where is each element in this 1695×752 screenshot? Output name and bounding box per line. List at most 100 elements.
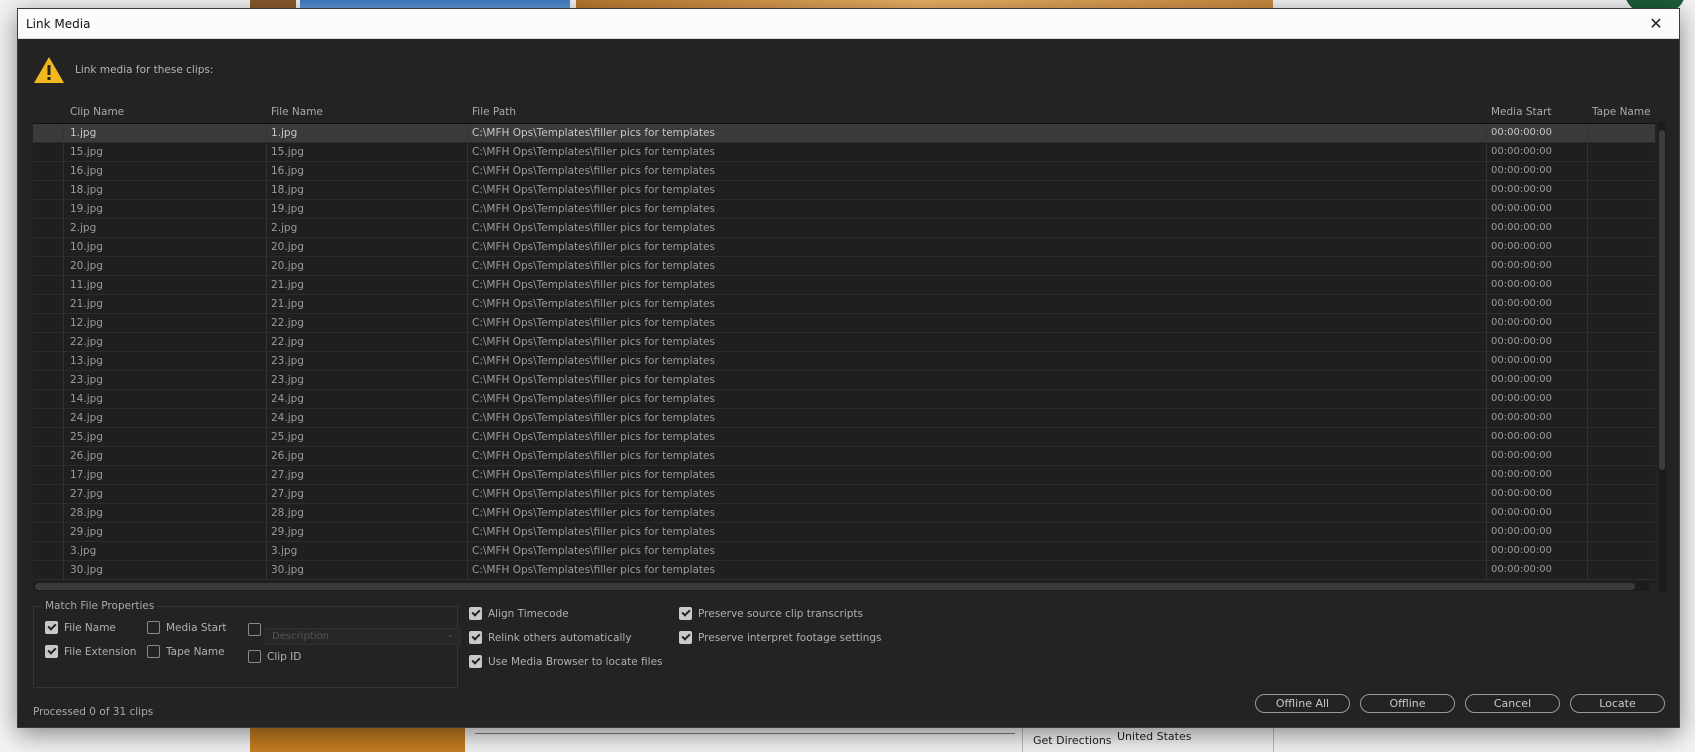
clip-id-checkbox-box[interactable] (248, 650, 261, 663)
file-name-cell: 2.jpg (271, 222, 298, 234)
offline-all-button[interactable]: Offline All (1255, 694, 1350, 713)
media-start-checkbox-box[interactable] (147, 621, 160, 634)
table-row[interactable]: 15.jpg 15.jpg C:\MFH Ops\Templates\filler … (33, 143, 1655, 162)
clip-name-cell: 30.jpg (70, 564, 103, 576)
table-row[interactable]: 24.jpg 24.jpg C:\MFH Ops\Templates\filler … (33, 409, 1655, 428)
table-row[interactable]: 2.jpg 2.jpg C:\MFH Ops\Templates\filler pi… (33, 219, 1655, 238)
file-extension-checkbox[interactable]: File Extension (45, 645, 136, 658)
table-row[interactable]: 14.jpg 24.jpg C:\MFH Ops\Templates\filler … (33, 390, 1655, 409)
preserve-interpret-checkbox[interactable]: Preserve interpret footage settings (679, 631, 882, 644)
file-path-cell: C:\MFH Ops\Templates\filler pics for tem… (472, 203, 715, 215)
offline-button[interactable]: Offline (1360, 694, 1455, 713)
warning-message-row: Link media for these clips: (33, 55, 213, 85)
column-header-tape-name[interactable]: Tape Name (1592, 106, 1651, 118)
description-checkbox-box[interactable] (248, 623, 261, 636)
media-start-cell: 00:00:00:00 (1491, 165, 1553, 176)
preserve-transcripts-checkbox-box[interactable] (679, 607, 692, 620)
file-name-cell: 29.jpg (271, 526, 304, 538)
column-divider (1486, 409, 1487, 427)
dialog-titlebar[interactable]: Link Media ✕ (18, 9, 1679, 39)
vertical-scroll-thumb[interactable] (1659, 130, 1665, 470)
file-path-cell: C:\MFH Ops\Templates\filler pics for tem… (472, 431, 715, 443)
table-row[interactable]: 20.jpg 20.jpg C:\MFH Ops\Templates\filler … (33, 257, 1655, 276)
description-dropdown[interactable]: Description ⌄ (265, 628, 461, 645)
horizontal-scroll-thumb[interactable] (35, 583, 1635, 590)
column-divider (1486, 314, 1487, 332)
table-row[interactable]: 17.jpg 27.jpg C:\MFH Ops\Templates\filler … (33, 466, 1655, 485)
locate-button[interactable]: Locate (1570, 694, 1665, 713)
table-row[interactable]: 25.jpg 25.jpg C:\MFH Ops\Templates\filler … (33, 428, 1655, 447)
column-header-file-path[interactable]: File Path (472, 106, 516, 118)
file-name-checkbox-box[interactable] (45, 621, 58, 634)
tape-name-checkbox-box[interactable] (147, 645, 160, 658)
table-row[interactable]: 23.jpg 23.jpg C:\MFH Ops\Templates\filler … (33, 371, 1655, 390)
table-row[interactable]: 26.jpg 26.jpg C:\MFH Ops\Templates\filler … (33, 447, 1655, 466)
preserve-transcripts-checkbox[interactable]: Preserve source clip transcripts (679, 607, 863, 620)
close-icon[interactable]: ✕ (1641, 10, 1671, 38)
column-divider (63, 428, 64, 446)
align-timecode-checkbox[interactable]: Align Timecode (469, 607, 569, 620)
media-start-cell: 00:00:00:00 (1491, 488, 1553, 499)
media-start-cell: 00:00:00:00 (1491, 374, 1553, 385)
column-divider (467, 485, 468, 503)
column-divider (1486, 333, 1487, 351)
clip-name-cell: 18.jpg (70, 184, 103, 196)
file-path-cell: C:\MFH Ops\Templates\filler pics for tem… (472, 222, 715, 234)
column-divider (63, 276, 64, 294)
table-row[interactable]: 3.jpg 3.jpg C:\MFH Ops\Templates\filler pi… (33, 542, 1655, 561)
column-divider (63, 124, 64, 142)
horizontal-scrollbar[interactable] (33, 582, 1650, 591)
column-divider (1587, 409, 1588, 427)
column-divider (266, 219, 267, 237)
cancel-button[interactable]: Cancel (1465, 694, 1560, 713)
column-divider (467, 124, 468, 142)
column-divider (467, 333, 468, 351)
preserve-interpret-checkbox-box[interactable] (679, 631, 692, 644)
column-divider (266, 295, 267, 313)
relink-others-label: Relink others automatically (488, 631, 632, 644)
relink-others-checkbox[interactable]: Relink others automatically (469, 631, 632, 644)
table-row[interactable]: 29.jpg 29.jpg C:\MFH Ops\Templates\filler … (33, 523, 1655, 542)
table-row[interactable]: 10.jpg 20.jpg C:\MFH Ops\Templates\filler … (33, 238, 1655, 257)
use-media-browser-checkbox-box[interactable] (469, 655, 482, 668)
table-row[interactable]: 21.jpg 21.jpg C:\MFH Ops\Templates\filler … (33, 295, 1655, 314)
table-row[interactable]: 22.jpg 22.jpg C:\MFH Ops\Templates\filler … (33, 333, 1655, 352)
file-name-checkbox[interactable]: File Name (45, 621, 116, 634)
align-timecode-checkbox-box[interactable] (469, 607, 482, 620)
table-row[interactable]: 19.jpg 19.jpg C:\MFH Ops\Templates\filler … (33, 200, 1655, 219)
file-extension-checkbox-box[interactable] (45, 645, 58, 658)
preserve-transcripts-label: Preserve source clip transcripts (698, 607, 864, 620)
column-header-file-name[interactable]: File Name (271, 106, 323, 118)
vertical-scrollbar[interactable] (1658, 122, 1666, 592)
table-row[interactable]: 11.jpg 21.jpg C:\MFH Ops\Templates\filler … (33, 276, 1655, 295)
media-start-checkbox[interactable]: Media Start (147, 621, 227, 634)
table-row[interactable]: 13.jpg 23.jpg C:\MFH Ops\Templates\filler … (33, 352, 1655, 371)
clip-name-cell: 15.jpg (70, 146, 103, 158)
clip-name-cell: 12.jpg (70, 317, 103, 329)
relink-others-checkbox-box[interactable] (469, 631, 482, 644)
column-divider (1587, 276, 1588, 294)
column-divider (266, 371, 267, 389)
file-name-cell: 24.jpg (271, 412, 304, 424)
clip-name-cell: 11.jpg (70, 279, 103, 291)
column-header-media-start[interactable]: Media Start (1491, 106, 1552, 118)
tape-name-checkbox[interactable]: Tape Name (147, 645, 225, 658)
use-media-browser-checkbox[interactable]: Use Media Browser to locate files (469, 655, 663, 668)
column-divider (1587, 200, 1588, 218)
column-divider (266, 523, 267, 541)
table-row[interactable]: 1.jpg 1.jpg C:\MFH Ops\Templates\filler pi… (33, 124, 1655, 143)
media-start-cell: 00:00:00:00 (1491, 431, 1553, 442)
clip-id-checkbox[interactable]: Clip ID (248, 650, 301, 663)
column-header-clip-name[interactable]: Clip Name (70, 106, 124, 118)
file-path-cell: C:\MFH Ops\Templates\filler pics for tem… (472, 374, 715, 386)
table-row[interactable]: 18.jpg 18.jpg C:\MFH Ops\Templates\filler … (33, 181, 1655, 200)
get-directions-link[interactable]: Get Directions (1033, 734, 1112, 747)
table-row[interactable]: 16.jpg 16.jpg C:\MFH Ops\Templates\filler … (33, 162, 1655, 181)
table-row[interactable]: 12.jpg 22.jpg C:\MFH Ops\Templates\filler … (33, 314, 1655, 333)
clip-name-cell: 26.jpg (70, 450, 103, 462)
table-row[interactable]: 30.jpg 30.jpg C:\MFH Ops\Templates\filler … (33, 561, 1655, 580)
column-divider (1587, 542, 1588, 560)
table-row[interactable]: 27.jpg 27.jpg C:\MFH Ops\Templates\filler … (33, 485, 1655, 504)
media-start-cell: 00:00:00:00 (1491, 469, 1553, 480)
table-row[interactable]: 28.jpg 28.jpg C:\MFH Ops\Templates\filler … (33, 504, 1655, 523)
